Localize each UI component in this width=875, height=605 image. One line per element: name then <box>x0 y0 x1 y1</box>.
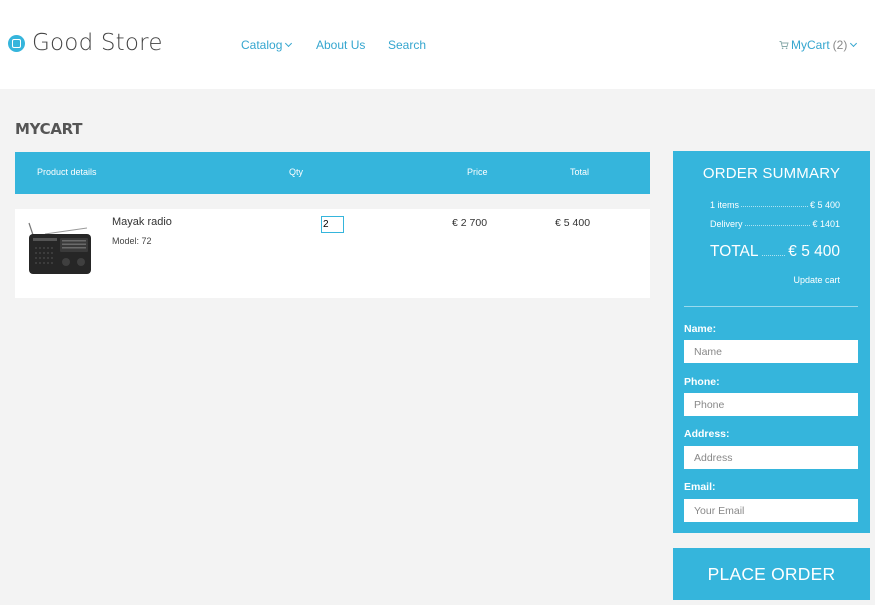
name-label: Name: <box>684 323 717 335</box>
logo[interactable]: Good Store <box>8 28 163 58</box>
table-row: Mayak radio Model: 72 € 2 700 € 5 400 <box>15 209 650 298</box>
nav-catalog[interactable]: Catalog <box>241 38 293 52</box>
cart-count: (2) <box>832 38 848 52</box>
header-qty: Qty <box>289 167 304 177</box>
divider <box>684 306 858 307</box>
address-field[interactable] <box>684 446 858 469</box>
place-order-button[interactable]: PLACE ORDER <box>673 548 870 600</box>
summary-title: ORDER SUMMARY <box>702 165 841 182</box>
delivery-value: € 1401 <box>812 219 840 229</box>
phone-field[interactable] <box>684 393 858 416</box>
order-summary: ORDER SUMMARY 1 items € 5 400 Delivery €… <box>673 151 870 533</box>
product-model: Model: 72 <box>112 236 152 246</box>
summary-total: TOTAL € 5 400 <box>710 243 840 261</box>
page-title: MYCART <box>15 120 83 138</box>
update-cart-link[interactable]: Update cart <box>793 275 840 285</box>
header-price: Price <box>467 167 488 177</box>
product-total: € 5 400 <box>555 217 591 229</box>
nav-catalog-label: Catalog <box>241 38 283 52</box>
total-value: € 5 400 <box>788 243 840 260</box>
address-label: Address: <box>684 428 730 440</box>
total-label: TOTAL <box>710 243 759 260</box>
nav-search[interactable]: Search <box>388 38 426 52</box>
email-field[interactable] <box>684 499 858 522</box>
header-total: Total <box>570 167 590 177</box>
dotted-leader <box>744 225 811 226</box>
dotted-leader <box>761 255 786 256</box>
cart-table-header: Product details Qty Price Total <box>15 152 650 194</box>
dotted-leader <box>741 206 808 207</box>
items-value: € 5 400 <box>809 200 840 210</box>
name-field[interactable] <box>684 340 858 363</box>
nav-about[interactable]: About Us <box>316 38 365 52</box>
nav-mycart[interactable]: MyCart (2) <box>779 38 858 52</box>
summary-delivery: Delivery € 1401 <box>710 219 840 229</box>
chevron-down-icon <box>850 39 858 48</box>
product-image <box>28 222 91 274</box>
product-name[interactable]: Mayak radio <box>112 216 172 228</box>
chevron-down-icon <box>285 39 293 48</box>
email-label: Email: <box>684 481 716 493</box>
mycart-label: MyCart <box>791 38 830 52</box>
product-price: € 2 700 <box>452 217 488 229</box>
brand-name: Good Store <box>32 30 163 56</box>
header-product: Product details <box>37 167 97 177</box>
delivery-label: Delivery <box>710 219 743 229</box>
phone-label: Phone: <box>684 376 720 388</box>
cart-icon <box>779 41 789 50</box>
header: Good Store Catalog About Us Search MyCar… <box>0 0 875 89</box>
summary-items: 1 items € 5 400 <box>710 200 840 210</box>
items-label: 1 items <box>710 200 740 210</box>
logo-icon <box>8 34 25 52</box>
quantity-input[interactable] <box>321 216 344 233</box>
